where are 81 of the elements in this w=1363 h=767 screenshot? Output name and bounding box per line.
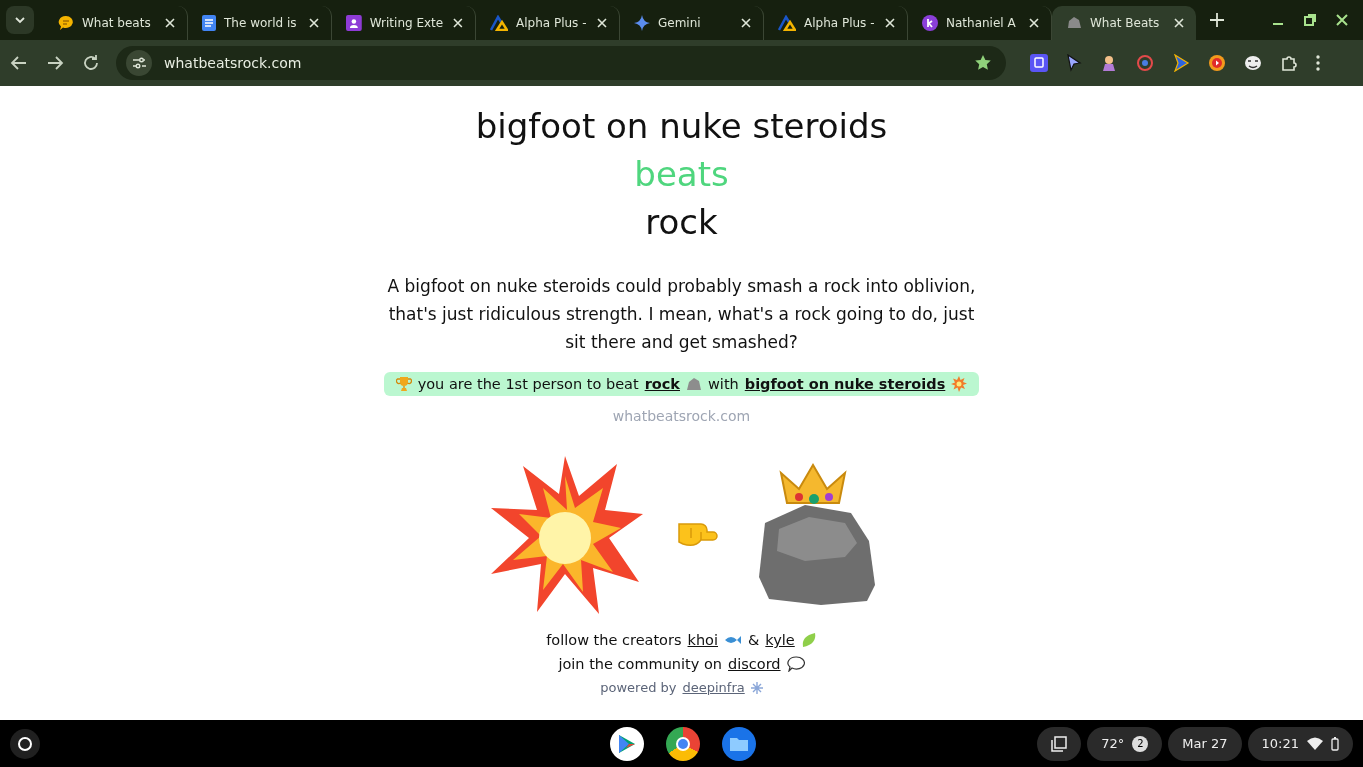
video-icon[interactable] <box>1208 54 1226 72</box>
close-icon[interactable] <box>163 16 177 30</box>
restore-icon[interactable] <box>1303 13 1317 27</box>
close-icon[interactable] <box>1335 13 1349 27</box>
follow-text: follow the creators <box>546 631 682 650</box>
battery-icon <box>1331 736 1339 751</box>
files-icon[interactable] <box>722 726 756 761</box>
fish-icon <box>724 634 742 646</box>
chat-bubble-icon <box>58 15 74 31</box>
weather-button[interactable]: 72° 2 <box>1087 726 1163 761</box>
target-icon[interactable] <box>1136 54 1154 72</box>
tab-search-button[interactable] <box>6 6 34 34</box>
explosion-icon <box>951 376 968 392</box>
discord-link[interactable]: discord <box>728 652 781 676</box>
puzzle-icon[interactable] <box>1280 54 1298 72</box>
rock-icon <box>686 377 702 391</box>
sparkle-icon <box>634 15 650 31</box>
chevron-down-icon <box>14 16 26 24</box>
close-icon[interactable] <box>739 16 753 30</box>
target-heading: rock <box>645 201 718 244</box>
url-text: whatbeatsrock.com <box>164 55 303 71</box>
status-area[interactable]: 10:21 <box>1247 726 1353 761</box>
site-watermark: whatbeatsrock.com <box>612 408 751 424</box>
temperature-text: 72° <box>1101 736 1125 751</box>
speech-bubble-icon <box>786 656 805 672</box>
circle-icon <box>17 735 33 752</box>
guess-heading: bigfoot on nuke steroids <box>475 105 888 148</box>
tab-title: Alpha Plus - <box>804 16 875 30</box>
tab-title: Gemini <box>658 16 702 30</box>
letter-logo-icon <box>922 15 938 31</box>
close-icon[interactable] <box>883 16 897 30</box>
document-icon <box>202 15 216 31</box>
menu-icon[interactable] <box>1316 54 1320 72</box>
close-icon[interactable] <box>1027 16 1041 30</box>
bookmark-star-icon[interactable] <box>974 54 992 72</box>
banner-text: with <box>708 376 739 392</box>
close-icon[interactable] <box>595 16 609 30</box>
verdict-text: beats <box>634 153 729 196</box>
notification-badge: 2 <box>1132 735 1149 752</box>
tab-title: Writing Exte <box>369 16 444 30</box>
close-icon[interactable] <box>307 16 321 30</box>
sponsor-link[interactable]: deepinfra <box>682 676 745 700</box>
leaf-icon <box>800 632 817 648</box>
character-icon[interactable] <box>1100 54 1118 72</box>
guess-link[interactable]: bigfoot on nuke steroids <box>744 376 946 392</box>
tab-title: Alpha Plus - <box>516 16 587 30</box>
snowflake-icon <box>750 682 763 694</box>
target-link[interactable]: rock <box>644 376 680 392</box>
close-icon[interactable] <box>451 16 465 30</box>
creator-link[interactable]: khoi <box>687 628 718 652</box>
play-arrow-icon[interactable] <box>1172 54 1190 72</box>
browser-tab[interactable]: What Beats <box>1052 6 1196 40</box>
cursor-icon[interactable] <box>1066 54 1082 72</box>
capture-button[interactable] <box>1037 726 1082 761</box>
date-button[interactable]: Mar 27 <box>1168 726 1242 761</box>
chrome-icon[interactable] <box>666 726 700 761</box>
wifi-icon <box>1307 736 1323 751</box>
tab-title: Nathaniel A <box>946 16 1017 30</box>
tab-title: What beats <box>82 16 152 30</box>
extension-icon[interactable] <box>1030 54 1048 72</box>
creator-link[interactable]: kyle <box>765 628 795 652</box>
ampersand-text: & <box>748 631 760 650</box>
powered-by-text: powered by <box>600 679 677 697</box>
site-settings-icon[interactable] <box>126 50 152 76</box>
rock-icon <box>1066 16 1082 30</box>
play-store-icon[interactable] <box>610 726 644 761</box>
tab-title: The world is <box>224 16 298 30</box>
close-icon[interactable] <box>1172 16 1186 30</box>
person-icon <box>346 15 362 31</box>
banner-text: you are the 1st person to beat <box>417 376 639 392</box>
triangle-logo-icon <box>778 15 796 31</box>
clock-text: 10:21 <box>1261 736 1299 751</box>
triangle-logo-icon <box>490 15 508 31</box>
trophy-icon <box>395 376 412 392</box>
tab-title: What Beats <box>1090 16 1161 30</box>
community-text: join the community on <box>558 655 722 674</box>
screen-capture-icon <box>1051 735 1068 752</box>
explanation-text: A bigfoot on nuke steroids could probably smash a rock into oblivion, that's just ridiculous strength. I mean, what's a rock going to do, just sit there and get smashed? <box>386 275 977 354</box>
face-icon[interactable] <box>1244 54 1262 72</box>
launcher-button[interactable] <box>10 728 40 759</box>
address-bar[interactable]: whatbeatsrock.com <box>116 46 1006 80</box>
